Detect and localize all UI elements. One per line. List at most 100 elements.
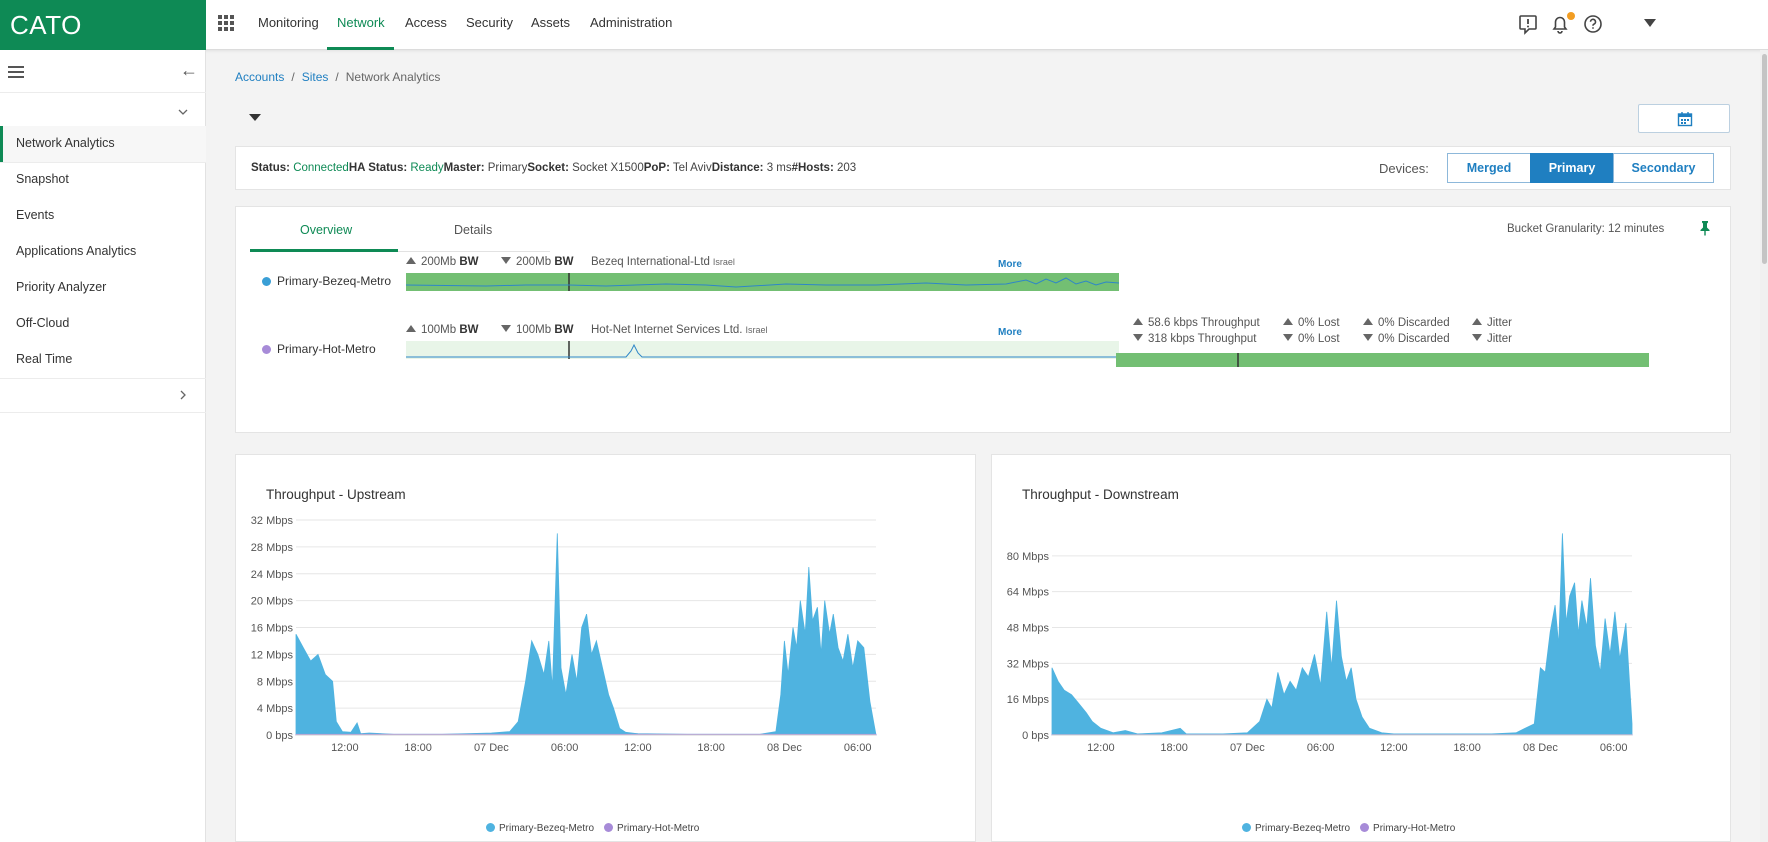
throughput-downstream-chart[interactable]: 80 Mbps 64 Mbps 48 Mbps 32 Mbps 16 Mbps 0 bps… xyxy=(992,455,1732,842)
ha-status-label: HA Status: xyxy=(348,162,408,174)
link-isp: Bezeq International-Ltd Israel xyxy=(591,256,735,268)
link-more-button[interactable]: More xyxy=(998,327,1022,338)
sidebar-item-snapshot[interactable]: Snapshot xyxy=(0,162,206,198)
isp-name: Bezeq International-Ltd xyxy=(591,256,710,268)
hosts-label: #Hosts: xyxy=(791,162,834,174)
devices-label: Devices: xyxy=(1379,161,1429,176)
brand-logo[interactable]: CATO xyxy=(0,0,206,50)
tab-overview[interactable]: Overview xyxy=(300,223,352,237)
isp-country: Israel xyxy=(712,257,735,267)
x-tick-label: 07 Dec xyxy=(474,742,509,754)
metric-value: Jitter xyxy=(1487,333,1512,345)
up-triangle-icon xyxy=(1472,318,1482,325)
sidebar-item-off-cloud[interactable]: Off-Cloud xyxy=(0,306,206,342)
calendar-icon xyxy=(1677,112,1693,127)
isp-name: Hot-Net Internet Services Ltd. xyxy=(591,324,743,336)
distance-value: 3 ms xyxy=(766,162,792,174)
throughput-downstream-card: Throughput - Downstream 80 Mbps 64 Mbps 48… xyxy=(991,454,1731,842)
throughput-upstream-card: Throughput - Upstream 32 Mbps 28 Mbps 24 M… xyxy=(235,454,976,842)
link-hot-sparkline[interactable] xyxy=(406,341,1119,359)
legend-label[interactable]: Primary-Hot-Metro xyxy=(617,823,699,834)
up-triangle-icon xyxy=(1363,318,1373,325)
selected-link-bar[interactable] xyxy=(1116,353,1649,367)
site-status-bar: Status: ConnectedHA Status: ReadyMaster:… xyxy=(235,146,1731,190)
date-range-button[interactable] xyxy=(1638,104,1730,133)
pin-icon[interactable] xyxy=(1698,220,1712,236)
nav-security[interactable]: Security xyxy=(466,15,513,30)
nav-administration[interactable]: Administration xyxy=(590,15,672,30)
tab-details[interactable]: Details xyxy=(454,223,492,237)
legend-dot xyxy=(1242,823,1251,832)
legend-label[interactable]: Primary-Bezeq-Metro xyxy=(499,823,594,834)
nav-access[interactable]: Access xyxy=(405,15,447,30)
throughput-upstream-chart[interactable]: 32 Mbps 28 Mbps 24 Mbps 20 Mbps 16 Mbps 12 Mb… xyxy=(236,455,977,842)
y-tick-label: 16 Mbps xyxy=(1007,694,1050,706)
link-more-button[interactable]: More xyxy=(998,259,1022,270)
y-tick-label: 64 Mbps xyxy=(1007,587,1050,599)
sidebar-item-events[interactable]: Events xyxy=(0,198,206,234)
page-scrollbar-thumb[interactable] xyxy=(1762,54,1767,264)
breadcrumb-current: Network Analytics xyxy=(345,70,441,84)
down-triangle-icon xyxy=(1283,334,1293,341)
link-name-hot[interactable]: Primary-Hot-Metro xyxy=(262,342,376,356)
sidebar-item-network-analytics[interactable]: Network Analytics xyxy=(0,126,206,162)
breadcrumb-accounts[interactable]: Accounts xyxy=(235,70,284,84)
chevron-right-icon[interactable] xyxy=(178,390,188,400)
y-tick-label: 0 bps xyxy=(1022,730,1049,742)
apps-grid-icon[interactable] xyxy=(218,15,234,31)
device-merged-button[interactable]: Merged xyxy=(1447,153,1531,183)
legend-label[interactable]: Primary-Bezeq-Metro xyxy=(1255,823,1350,834)
down-triangle-icon xyxy=(1472,334,1482,341)
y-tick-label: 28 Mbps xyxy=(251,542,294,554)
series-area[interactable] xyxy=(1051,533,1633,736)
site-selector-caret-icon[interactable] xyxy=(249,114,261,121)
legend-dot xyxy=(1360,823,1370,832)
sidebar-item-priority-analyzer[interactable]: Priority Analyzer xyxy=(0,270,206,306)
app-root: CATO Monitoring Network Access Security … xyxy=(0,0,1768,842)
user-menu-caret-icon[interactable] xyxy=(1644,19,1656,27)
chevron-down-icon[interactable] xyxy=(178,107,188,117)
status-value: Connected xyxy=(293,162,349,174)
x-tick-label: 18:00 xyxy=(1160,742,1188,754)
help-icon[interactable] xyxy=(1582,13,1604,35)
master-value: Primary xyxy=(487,162,528,174)
link-bezeq-sparkline[interactable] xyxy=(406,273,1119,291)
series-area[interactable] xyxy=(295,533,877,736)
nav-active-underline xyxy=(327,47,394,50)
breadcrumb-sites[interactable]: Sites xyxy=(302,70,329,84)
link-color-dot xyxy=(262,277,271,286)
sidebar-item-applications-analytics[interactable]: Applications Analytics xyxy=(0,234,206,270)
isp-country: Israel xyxy=(745,325,768,335)
socket-label: Socket: xyxy=(527,162,569,174)
y-tick-label: 0 bps xyxy=(266,730,293,742)
y-tick-label: 12 Mbps xyxy=(251,649,294,661)
device-secondary-button[interactable]: Secondary xyxy=(1613,153,1714,183)
hamburger-icon[interactable] xyxy=(8,66,24,78)
metric-lost-down: 0% Lost xyxy=(1283,333,1340,345)
link-download-bw: 100Mb BW xyxy=(501,324,574,336)
link-upload-bw: 200Mb BW xyxy=(406,256,479,268)
sidebar-item-real-time[interactable]: Real Time xyxy=(0,342,206,378)
nav-network[interactable]: Network xyxy=(337,15,385,30)
device-primary-button[interactable]: Primary xyxy=(1530,153,1614,183)
link-name-bezeq[interactable]: Primary-Bezeq-Metro xyxy=(262,274,391,288)
nav-monitoring[interactable]: Monitoring xyxy=(258,15,319,30)
collapse-arrow-icon[interactable]: ← xyxy=(180,60,198,81)
x-tick-label: 12:00 xyxy=(624,742,652,754)
alert-icon[interactable] xyxy=(1517,13,1539,35)
legend-dot xyxy=(604,823,614,832)
legend-label[interactable]: Primary-Hot-Metro xyxy=(1373,823,1455,834)
link-name-label: Primary-Hot-Metro xyxy=(277,342,376,356)
nav-assets[interactable]: Assets xyxy=(531,15,570,30)
down-triangle-icon xyxy=(1133,334,1143,341)
metric-jitter-up: Jitter xyxy=(1472,317,1512,329)
status-line: Status: ConnectedHA Status: ReadyMaster:… xyxy=(251,162,856,174)
metric-lost-up: 0% Lost xyxy=(1283,317,1340,329)
breadcrumb: Accounts / Sites / Network Analytics xyxy=(235,70,441,84)
x-tick-label: 06:00 xyxy=(844,742,872,754)
y-tick-label: 32 Mbps xyxy=(251,515,294,527)
metric-value: 0% Lost xyxy=(1298,317,1340,329)
x-tick-label: 12:00 xyxy=(331,742,359,754)
master-label: Master: xyxy=(443,162,485,174)
y-tick-label: 48 Mbps xyxy=(1007,623,1050,635)
